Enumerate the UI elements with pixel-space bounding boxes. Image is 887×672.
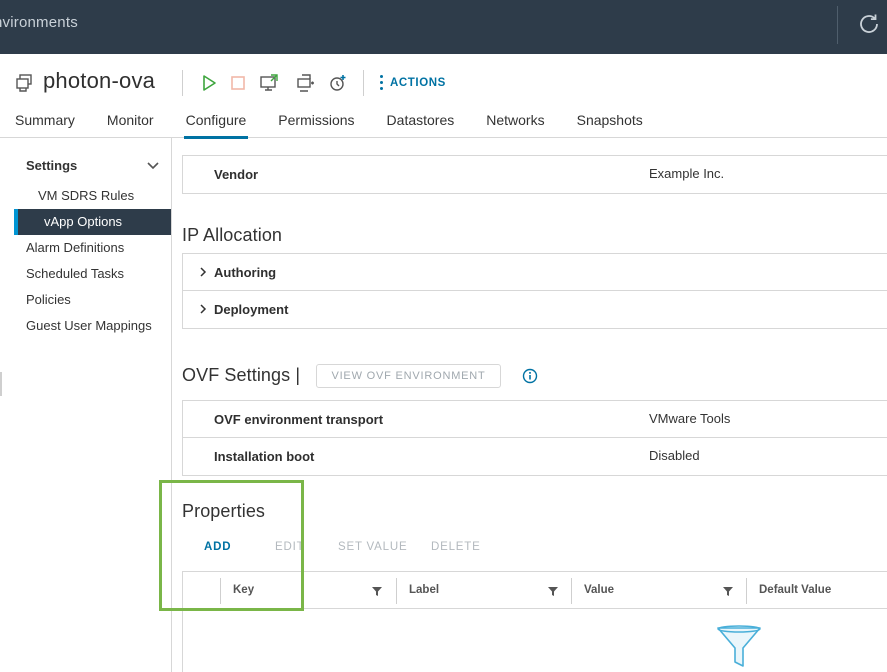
- sidebar-item-vm-sdrs-rules[interactable]: VM SDRS Rules: [38, 188, 134, 203]
- ovf-settings-stack: OVF environment transport VMware Tools I…: [182, 400, 887, 476]
- migrate-icon[interactable]: [295, 73, 315, 93]
- column-header-value[interactable]: Value: [572, 572, 747, 609]
- view-ovf-environment-button[interactable]: VIEW OVF ENVIRONMENT: [316, 364, 501, 388]
- actions-menu-button[interactable]: ACTIONS: [380, 75, 446, 90]
- filter-icon[interactable]: [548, 586, 558, 596]
- stack-value: Disabled: [649, 448, 700, 463]
- tab-snapshots[interactable]: Snapshots: [577, 108, 643, 138]
- stack-value: Example Inc.: [649, 166, 725, 181]
- chevron-down-icon[interactable]: [146, 158, 160, 172]
- filter-icon[interactable]: [372, 586, 382, 596]
- sidebar-item-vapp-options[interactable]: vApp Options: [14, 209, 171, 235]
- tab-permissions[interactable]: Permissions: [278, 108, 354, 138]
- object-title: photon-ova: [43, 68, 156, 93]
- stack-row-ovf-transport: OVF environment transport VMware Tools: [183, 401, 887, 438]
- filter-icon[interactable]: [723, 586, 733, 596]
- tab-networks[interactable]: Networks: [486, 108, 544, 138]
- ip-allocation-stack: Authoring Deployment: [182, 253, 887, 329]
- console-icon[interactable]: [259, 73, 279, 93]
- left-edge-marker: [0, 372, 2, 396]
- column-label: Label: [409, 584, 440, 596]
- configure-sidebar: Settings VM SDRS Rules vApp Options Alar…: [0, 138, 172, 672]
- stack-value: VMware Tools: [649, 411, 731, 426]
- stack-key: Authoring: [214, 265, 277, 280]
- empty-filter-icon: [717, 625, 761, 667]
- power-on-icon[interactable]: [199, 73, 219, 93]
- power-off-icon[interactable]: [228, 73, 248, 93]
- actions-label: ACTIONS: [390, 76, 446, 89]
- object-tabs: Summary Monitor Configure Permissions Da…: [0, 108, 643, 139]
- title-separator: |: [295, 365, 301, 385]
- toolbar-divider: [182, 70, 183, 96]
- stack-row-installation-boot: Installation boot Disabled: [183, 438, 887, 475]
- info-icon[interactable]: [522, 368, 538, 384]
- snapshot-icon[interactable]: [328, 73, 348, 93]
- refresh-icon[interactable]: [856, 11, 882, 37]
- sidebar-item-scheduled-tasks[interactable]: Scheduled Tasks: [26, 266, 124, 281]
- topbar-divider: [837, 6, 838, 44]
- chevron-right-icon[interactable]: [199, 304, 207, 314]
- product-stack: Vendor Example Inc.: [182, 155, 887, 194]
- sidebar-item-alarm-definitions[interactable]: Alarm Definitions: [26, 240, 124, 255]
- set-value-button[interactable]: SET VALUE: [338, 541, 407, 553]
- stack-key: Installation boot: [214, 449, 315, 464]
- column-header-label[interactable]: Label: [397, 572, 572, 609]
- stack-row-vendor: Vendor Example Inc.: [183, 156, 887, 193]
- vm-icon: [16, 74, 32, 92]
- column-header-default-value[interactable]: Default Value: [747, 572, 887, 609]
- tab-datastores[interactable]: Datastores: [387, 108, 455, 138]
- delete-property-button[interactable]: DELETE: [431, 541, 481, 553]
- breadcrumb[interactable]: nvironments: [0, 14, 78, 31]
- ovf-settings-title: OVF Settings |: [182, 365, 300, 386]
- tab-summary[interactable]: Summary: [15, 108, 75, 138]
- sidebar-item-policies[interactable]: Policies: [26, 292, 71, 307]
- stack-row-authoring[interactable]: Authoring: [183, 254, 887, 291]
- top-navigation-bar: nvironments: [0, 0, 887, 54]
- vertical-ellipsis-icon: [380, 75, 383, 90]
- chevron-right-icon[interactable]: [199, 267, 207, 277]
- stack-row-deployment[interactable]: Deployment: [183, 291, 887, 328]
- column-label: Default Value: [759, 584, 832, 596]
- ip-allocation-title: IP Allocation: [182, 225, 283, 245]
- sidebar-section-settings[interactable]: Settings: [26, 158, 77, 173]
- stack-key: Deployment: [214, 302, 289, 317]
- stack-key: OVF environment transport: [214, 412, 384, 427]
- ovf-settings-title-text: OVF Settings: [182, 365, 291, 385]
- column-label: Value: [584, 584, 615, 596]
- tab-monitor[interactable]: Monitor: [107, 108, 154, 138]
- tab-configure[interactable]: Configure: [183, 108, 248, 139]
- sidebar-item-guest-user-mappings[interactable]: Guest User Mappings: [26, 318, 152, 333]
- stack-key: Vendor: [214, 167, 259, 182]
- toolbar-divider: [363, 70, 364, 96]
- highlight-box: [159, 480, 304, 611]
